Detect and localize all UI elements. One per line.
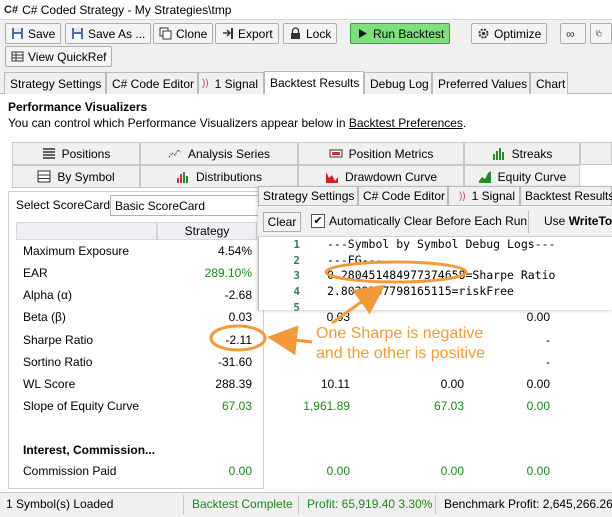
highlight-ellipse-positive xyxy=(324,260,468,284)
annotation-text: One Sharpe is negative and the other is … xyxy=(316,325,485,362)
status-benchmark-profit: Benchmark Profit: 2,645,266.26 xyxy=(444,497,612,511)
status-separator xyxy=(183,495,184,514)
highlight-ellipse-negative xyxy=(209,324,267,352)
status-symbols-loaded: 1 Symbol(s) Loaded xyxy=(6,497,114,511)
arrow-to-positive xyxy=(331,284,386,325)
status-separator xyxy=(435,495,436,514)
status-profit: Profit: 65,919.40 3.30% xyxy=(307,497,433,511)
status-backtest-complete: Backtest Complete xyxy=(192,497,293,511)
annotation-overlay xyxy=(209,260,468,356)
status-separator xyxy=(298,495,299,514)
arrow-to-negative xyxy=(267,325,313,356)
